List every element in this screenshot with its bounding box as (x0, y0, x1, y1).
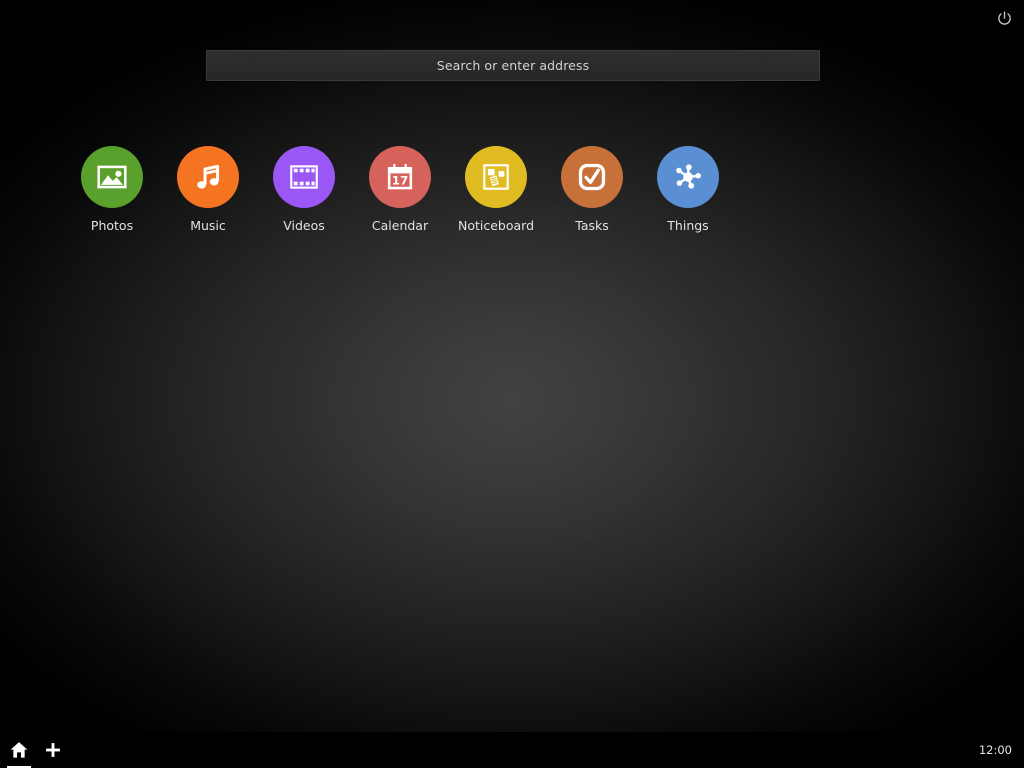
calendar-icon-circle: 17 (369, 146, 431, 208)
power-button[interactable] (990, 4, 1018, 32)
app-label-videos: Videos (283, 218, 325, 233)
photos-icon (95, 160, 129, 194)
home-icon (9, 740, 29, 760)
noticeboard-icon-circle (465, 146, 527, 208)
checkbox-icon (575, 160, 609, 194)
app-label-photos: Photos (90, 218, 134, 233)
app-label-tasks: Tasks (575, 218, 609, 233)
search-input[interactable]: Search or enter address (206, 50, 820, 81)
app-item-music[interactable]: Music (160, 146, 256, 233)
home-button[interactable] (6, 736, 32, 768)
plus-icon (44, 741, 62, 759)
noticeboard-icon (479, 160, 513, 194)
app-label-things: Things (667, 218, 709, 233)
things-icon-circle (657, 146, 719, 208)
tasks-icon-circle (561, 146, 623, 208)
add-tab-button[interactable] (40, 736, 66, 764)
calendar-icon: 17 (383, 160, 417, 194)
desktop-background (0, 0, 1024, 768)
calendar-day-number: 17 (392, 173, 409, 187)
app-item-photos[interactable]: Photos (64, 146, 160, 233)
search-placeholder: Search or enter address (436, 58, 590, 73)
photos-icon-circle (81, 146, 143, 208)
app-item-things[interactable]: Things (640, 146, 736, 233)
app-grid: Photos Music Videos 17 Calendar Noticebo… (64, 146, 736, 233)
clock: 12:00 (978, 743, 1012, 757)
app-item-noticeboard[interactable]: Noticeboard (448, 146, 544, 233)
power-icon (996, 10, 1013, 27)
hub-nodes-icon (671, 160, 705, 194)
app-label-calendar: Calendar (371, 218, 429, 233)
taskbar: 12:00 (0, 732, 1024, 768)
music-note-icon (191, 160, 225, 194)
app-item-tasks[interactable]: Tasks (544, 146, 640, 233)
app-label-music: Music (190, 218, 226, 233)
app-label-noticeboard: Noticeboard (457, 218, 535, 233)
app-item-videos[interactable]: Videos (256, 146, 352, 233)
music-icon-circle (177, 146, 239, 208)
taskbar-left-group (0, 736, 66, 768)
app-item-calendar[interactable]: 17 Calendar (352, 146, 448, 233)
film-strip-icon (287, 160, 321, 194)
videos-icon-circle (273, 146, 335, 208)
